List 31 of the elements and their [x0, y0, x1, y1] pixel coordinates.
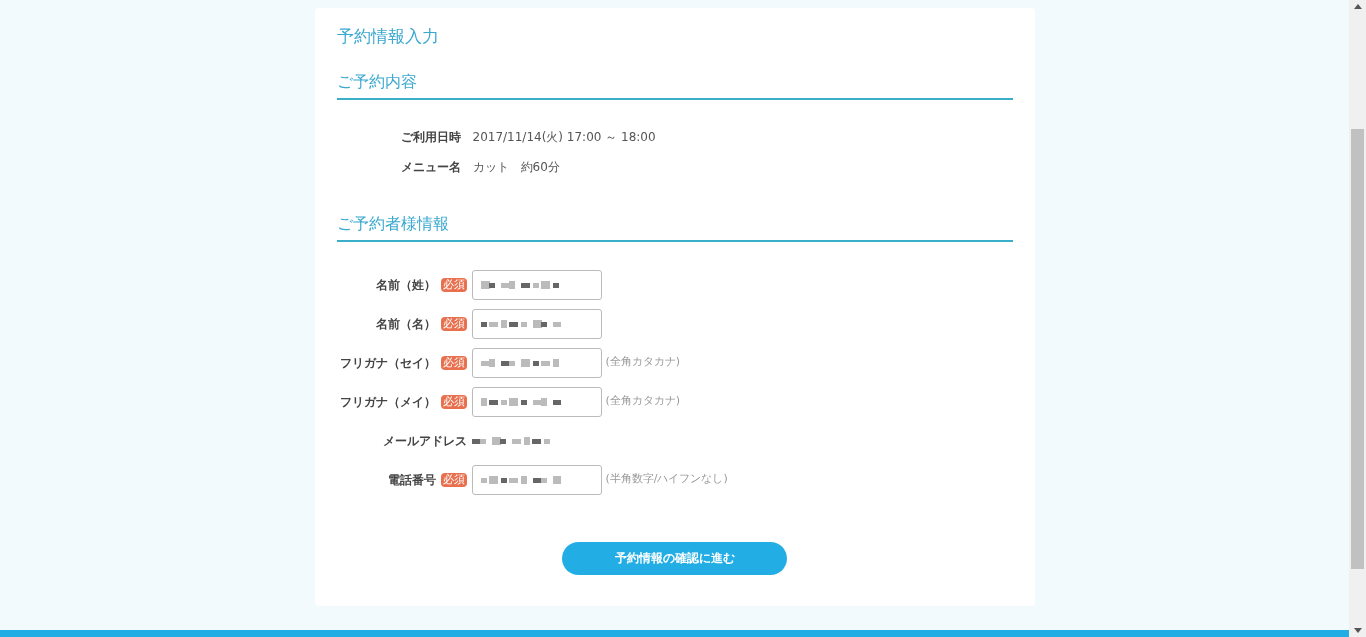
required-badge: 必須: [440, 355, 467, 370]
field-label: フリガナ（セイ）: [339, 354, 436, 372]
page-title: 予約情報入力: [336, 25, 440, 48]
text-field[interactable]: [471, 308, 602, 339]
field-hint: (全角カタカナ): [605, 354, 681, 371]
text-field[interactable]: [471, 386, 602, 417]
field-hint: (半角数字/ハイフンなし): [605, 471, 728, 488]
section-heading: ご予約者様情報: [336, 212, 450, 235]
scroll-up-icon[interactable]: [1353, 4, 1362, 9]
scrollbar-thumb[interactable]: [1351, 129, 1364, 569]
required-badge: 必須: [440, 277, 467, 292]
scrollbar[interactable]: [1349, 0, 1366, 637]
required-badge: 必須: [440, 472, 467, 487]
detail-label: メニュー名: [399, 158, 461, 176]
text-field[interactable]: [471, 269, 602, 300]
field-label: 名前（姓）: [375, 276, 436, 294]
section-heading: ご予約内容: [336, 70, 418, 93]
detail-value: カット 約60分: [472, 158, 560, 176]
required-badge: 必須: [440, 316, 467, 331]
field-label: 名前（名）: [375, 315, 436, 333]
confirm-button[interactable]: 予約情報の確認に進む: [562, 541, 787, 575]
detail-value: 2017/11/14(火) 17:00 ～ 18:00: [472, 128, 656, 146]
scroll-down-icon[interactable]: [1353, 628, 1362, 633]
text-field[interactable]: [471, 347, 602, 378]
detail-label: ご利用日時: [399, 128, 461, 146]
text-field[interactable]: [471, 464, 602, 495]
required-badge: 必須: [440, 394, 467, 409]
field-label: フリガナ（メイ）: [339, 393, 436, 411]
field-label: メールアドレス: [382, 432, 467, 450]
field-hint: (全角カタカナ): [605, 393, 681, 410]
field-label: 電話番号: [387, 471, 436, 489]
